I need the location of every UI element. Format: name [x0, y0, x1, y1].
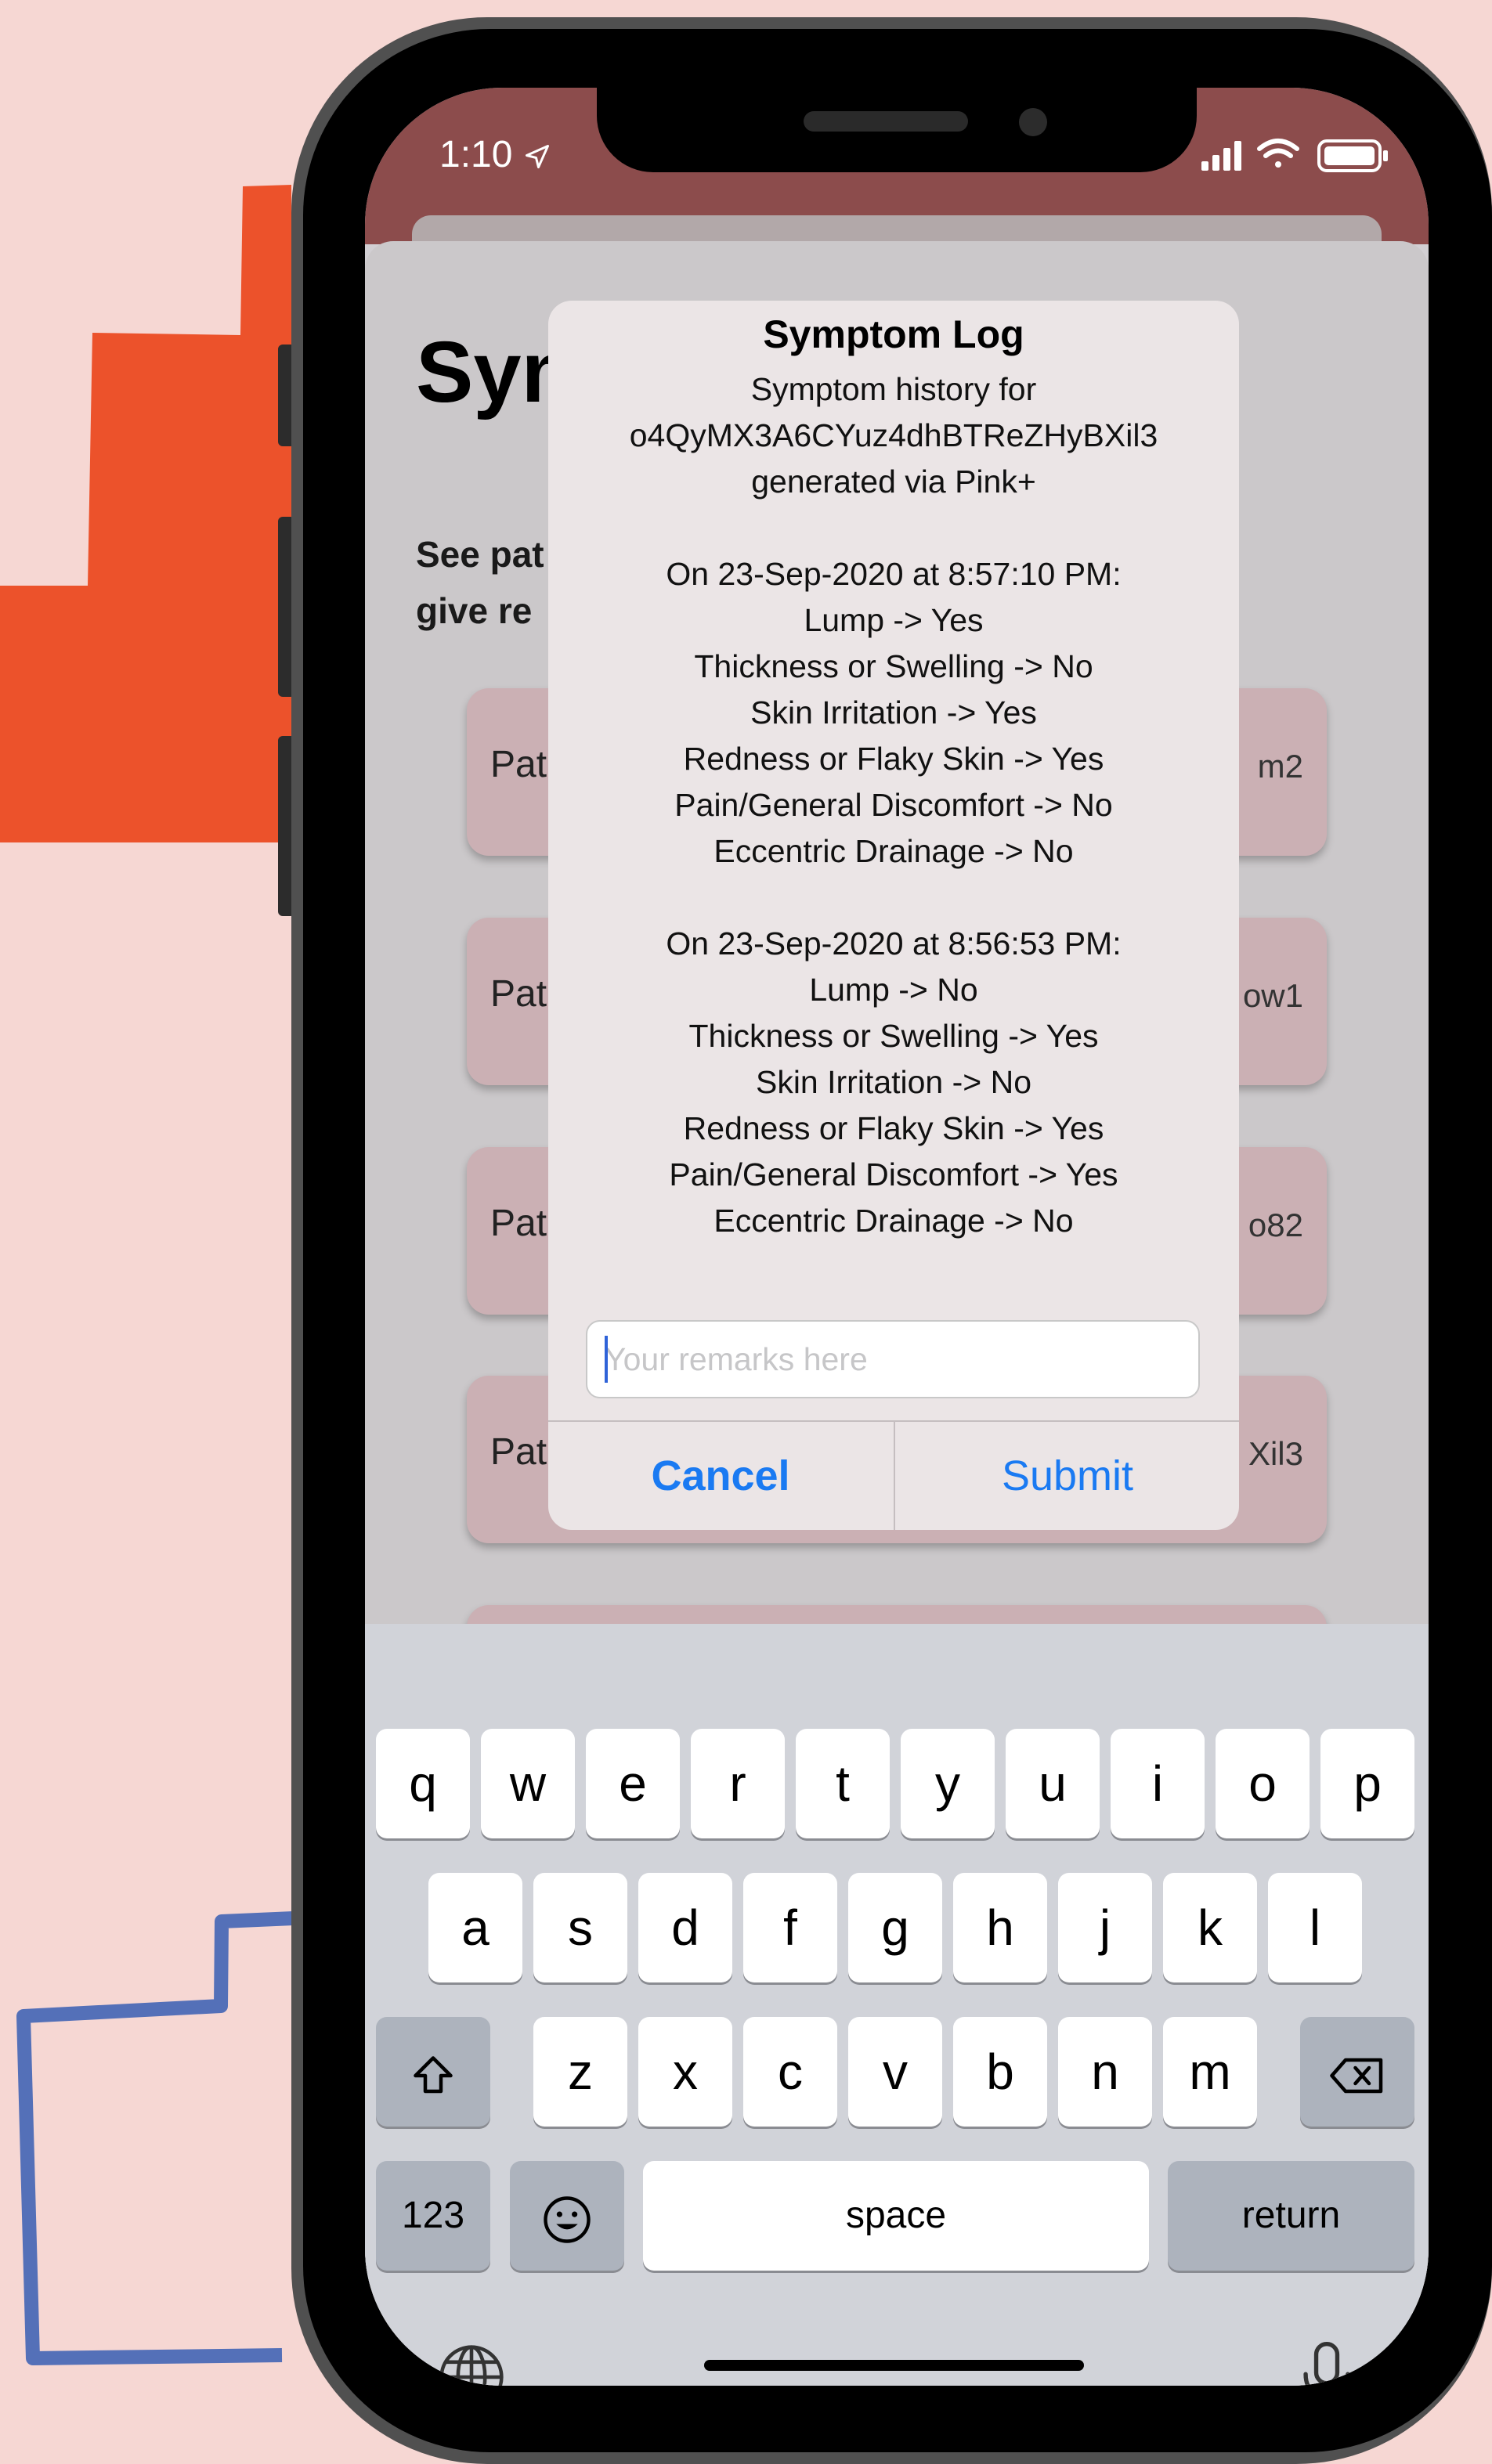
orange-decorative-shape	[0, 185, 291, 842]
status-time-text: 1:10	[439, 134, 513, 175]
key-q[interactable]: q	[376, 1729, 470, 1838]
key-s[interactable]: s	[533, 1873, 627, 1982]
key-h[interactable]: h	[953, 1873, 1047, 1982]
key-t[interactable]: t	[796, 1729, 890, 1838]
key-f[interactable]: f	[743, 1873, 837, 1982]
space-key[interactable]: space	[643, 2161, 1149, 2271]
return-key[interactable]: return	[1168, 2161, 1414, 2271]
key-z[interactable]: z	[533, 2017, 627, 2127]
key-l[interactable]: l	[1268, 1873, 1362, 1982]
key-k[interactable]: k	[1163, 1873, 1257, 1982]
key-r[interactable]: r	[691, 1729, 785, 1838]
remarks-input[interactable]	[586, 1320, 1200, 1398]
patient-card-id: o82	[1248, 1207, 1303, 1243]
status-time: 1:10	[439, 133, 551, 176]
home-indicator	[704, 2360, 1084, 2371]
key-y[interactable]: y	[901, 1729, 995, 1838]
patient-card-id: Xil3	[1248, 1435, 1303, 1472]
numbers-key[interactable]: 123	[376, 2161, 490, 2271]
wifi-icon	[1257, 139, 1299, 168]
patient-card-id: m2	[1257, 748, 1303, 785]
emoji-key[interactable]	[510, 2161, 624, 2271]
patient-card-label: Pat	[490, 1203, 547, 1244]
microphone-icon[interactable]	[1289, 2338, 1364, 2386]
key-e[interactable]: e	[586, 1729, 680, 1838]
location-arrow-icon	[525, 145, 549, 169]
cancel-button[interactable]: Cancel	[548, 1422, 893, 1530]
phone-camera	[1019, 108, 1047, 136]
phone-speaker	[804, 111, 968, 132]
battery-icon	[1317, 139, 1388, 172]
submit-button[interactable]: Submit	[895, 1422, 1239, 1530]
symptom-log-dialog: Symptom Log Symptom history for o4QyMX3A…	[548, 301, 1239, 1530]
key-a[interactable]: a	[428, 1873, 522, 1982]
key-v[interactable]: v	[848, 2017, 942, 2127]
backspace-key[interactable]	[1300, 2017, 1414, 2127]
backspace-icon	[1330, 2058, 1383, 2094]
patient-card-label: Pat	[490, 1431, 547, 1473]
key-p[interactable]: p	[1320, 1729, 1414, 1838]
phone-screen: Sym See pat d give re Pat m2 Pat ow1 Pat…	[365, 88, 1429, 2386]
key-c[interactable]: c	[743, 2017, 837, 2127]
status-icons	[1201, 139, 1388, 172]
key-i[interactable]: i	[1111, 1729, 1205, 1838]
key-b[interactable]: b	[953, 2017, 1047, 2127]
shift-icon	[414, 2056, 453, 2094]
key-g[interactable]: g	[848, 1873, 942, 1982]
key-x[interactable]: x	[638, 2017, 732, 2127]
key-u[interactable]: u	[1006, 1729, 1100, 1838]
key-w[interactable]: w	[481, 1729, 575, 1838]
patient-card-label: Pat	[490, 973, 547, 1015]
key-j[interactable]: j	[1058, 1873, 1152, 1982]
dialog-title: Symptom Log	[763, 312, 1024, 356]
keyboard: q w e r t y u i o p a s d f g h j k l z …	[365, 1624, 1429, 2386]
key-m[interactable]: m	[1163, 2017, 1257, 2127]
key-d[interactable]: d	[638, 1873, 732, 1982]
text-cursor	[605, 1336, 608, 1383]
emoji-icon	[544, 2196, 591, 2243]
key-o[interactable]: o	[1216, 1729, 1310, 1838]
patient-card-label: Pat	[490, 744, 547, 785]
dialog-message: Symptom history for o4QyMX3A6CYuz4dhBTRe…	[629, 371, 1158, 1239]
patient-card-id: ow1	[1242, 977, 1303, 1014]
globe-icon[interactable]	[435, 2341, 508, 2386]
blue-decorative-outline	[16, 1911, 294, 2365]
key-n[interactable]: n	[1058, 2017, 1152, 2127]
signal-icon	[1201, 141, 1241, 171]
shift-key[interactable]	[376, 2017, 490, 2127]
